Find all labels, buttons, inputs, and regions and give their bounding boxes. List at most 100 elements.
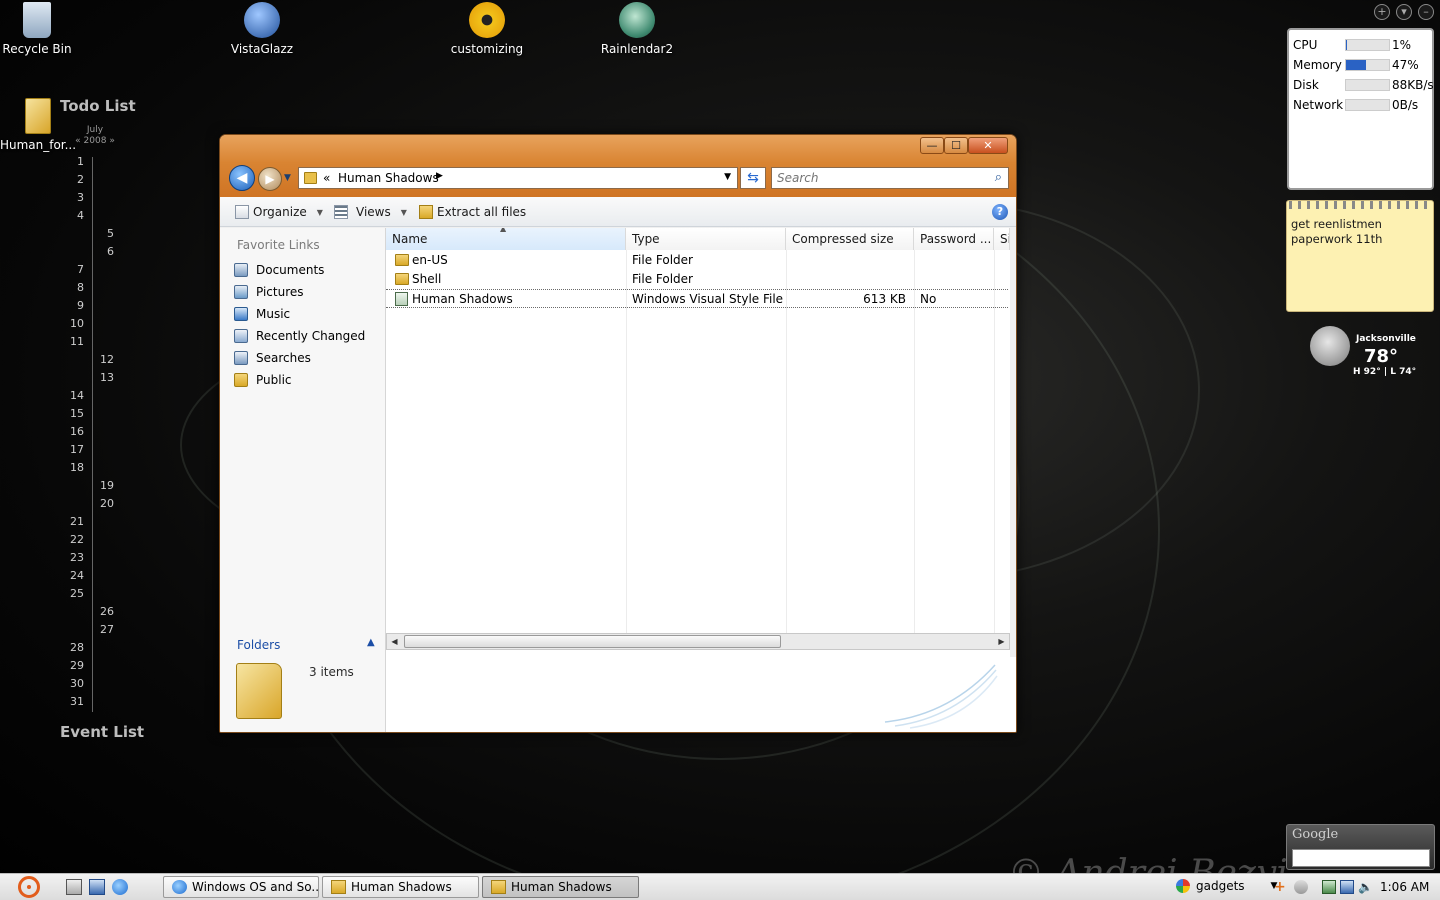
calendar-day[interactable]: 9 [62,299,84,312]
help-button[interactable]: ? [992,204,1008,220]
network-icon[interactable] [1340,880,1354,894]
calendar-day[interactable]: 24 [62,569,84,582]
note-text[interactable]: get reenlistmen paperwork 11th [1291,217,1429,247]
calendar-prev-button[interactable]: « [75,136,81,146]
desktop-icon-label: Rainlendar2 [600,42,674,56]
switch-windows-icon[interactable] [89,879,105,895]
show-desktop-icon[interactable] [66,879,82,895]
folders-toggle[interactable]: Folders [237,638,280,652]
calendar-day[interactable]: 20 [92,497,114,510]
breadcrumb-arrow-icon[interactable]: ▶ [436,171,443,181]
search-icon[interactable]: ⌕ [995,170,1002,185]
notes-gadget[interactable]: get reenlistmen paperwork 11th [1286,200,1434,312]
file-row-human-shadows[interactable]: Human Shadows Windows Visual Style File … [386,289,1008,308]
organize-button[interactable]: Organize ▼ [235,205,323,219]
column-header-type[interactable]: Type [626,228,786,250]
desktop-icon-label: Human_for... [0,138,77,152]
minimize-button[interactable]: — [920,137,944,154]
calendar-day[interactable]: 25 [62,587,84,600]
calendar-day[interactable]: 18 [62,461,84,474]
desktop-icon-vistaglazz[interactable]: VistaGlazz [222,2,302,56]
fav-link-public[interactable]: Public [234,373,292,387]
fav-link-music[interactable]: Music [234,307,290,321]
calendar-day[interactable]: 14 [62,389,84,402]
address-chevron[interactable]: « [323,171,330,185]
google-search-input[interactable] [1292,849,1430,867]
search-input[interactable] [772,168,972,188]
desktop-icon-recycle-bin[interactable]: Recycle Bin [0,2,77,56]
views-button[interactable]: Views ▼ [334,205,407,219]
column-header-password[interactable]: Password ... [914,228,994,250]
breadcrumb-human-shadows[interactable]: Human Shadows [338,171,439,185]
column-header-size[interactable]: Si [994,228,1010,250]
calendar-day[interactable]: 8 [62,281,84,294]
taskbar-button-human-shadows-2[interactable]: Human Shadows [482,876,639,898]
sysmon-row: Memory 47% [1293,58,1419,72]
scrollbar-thumb[interactable] [404,635,781,648]
calendar-day[interactable]: 22 [62,533,84,546]
recent-pages-dropdown[interactable]: ▼ [284,173,291,183]
calendar-day[interactable]: 26 [92,605,114,618]
calendar-day[interactable]: 29 [62,659,84,672]
file-row-shell[interactable]: Shell File Folder [386,270,1008,289]
taskbar-button-windows-os[interactable]: Windows OS and So... [163,876,319,898]
calendar-day[interactable]: 30 [62,677,84,690]
battery-icon[interactable] [1322,880,1336,894]
calendar-day[interactable]: 27 [92,623,114,636]
calendar-day[interactable]: 21 [62,515,84,528]
calendar-day[interactable]: 12 [92,353,114,366]
file-row-en-us[interactable]: en-US File Folder [386,251,1008,270]
address-bar[interactable]: « Human Shadows ▶ ▼ [298,167,738,189]
fav-link-label: Recently Changed [256,329,366,343]
internet-explorer-icon[interactable] [112,879,128,895]
close-button[interactable]: ✕ [968,137,1008,154]
add-gadget-button[interactable]: + [1374,4,1390,20]
fav-link-recently-changed[interactable]: Recently Changed [234,329,365,343]
calendar-day[interactable]: 28 [62,641,84,654]
calendar-day[interactable]: 4 [62,209,84,222]
desktop-icon-customizing[interactable]: customizing [447,2,527,56]
calendar-day[interactable]: 23 [62,551,84,564]
chevron-up-icon[interactable]: ▲ [367,637,375,648]
horizontal-scrollbar[interactable]: ◀ ▶ [386,633,1010,650]
calendar-day[interactable]: 19 [92,479,114,492]
calendar-day[interactable]: 1 [62,155,84,168]
calendar-next-button[interactable]: » [109,136,115,146]
desktop-icon-rainlendar2[interactable]: Rainlendar2 [597,2,677,56]
calendar-day[interactable]: 16 [62,425,84,438]
calendar-day[interactable]: 3 [62,191,84,204]
calendar-day[interactable]: 6 [92,245,114,258]
weather-gadget[interactable]: Jacksonville 78° H 92° | L 74° [1308,326,1438,386]
column-header-compressed-size[interactable]: Compressed size [786,228,914,250]
calendar-day[interactable]: 17 [62,443,84,456]
fav-link-searches[interactable]: Searches [234,351,311,365]
fav-link-pictures[interactable]: Pictures [234,285,304,299]
scroll-left-icon[interactable]: ◀ [387,635,402,648]
volume-icon[interactable]: 🔈 [1358,880,1373,894]
calendar-day[interactable]: 2 [62,173,84,186]
calendar-day[interactable]: 15 [62,407,84,420]
forward-button[interactable]: ▶ [258,167,282,191]
gadget-minimize-button[interactable]: – [1418,4,1434,20]
fav-link-documents[interactable]: Documents [234,263,324,277]
calendar-day[interactable]: 31 [62,695,84,708]
calendar-day[interactable]: 13 [92,371,114,384]
maximize-button[interactable]: ☐ [944,137,968,154]
add-icon[interactable]: + [1274,880,1288,894]
taskbar-button-human-shadows-1[interactable]: Human Shadows [322,876,479,898]
calendar-day[interactable]: 10 [62,317,84,330]
calendar-day[interactable]: 7 [62,263,84,276]
gadgets-toolbar[interactable]: gadgets ▼ [1176,879,1277,893]
scroll-right-icon[interactable]: ▶ [994,635,1009,648]
column-header-name[interactable]: Name ▲ [386,228,626,250]
clock[interactable]: 1:06 AM [1380,880,1429,894]
back-button[interactable]: ◀ [229,165,255,191]
calendar-day[interactable]: 11 [62,335,84,348]
address-dropdown-icon[interactable]: ▼ [724,172,731,182]
network-signal-icon[interactable] [1294,880,1308,894]
extract-all-button[interactable]: Extract all files [419,205,526,219]
gadget-menu-button[interactable]: ▾ [1396,4,1412,20]
refresh-button[interactable]: ⇆ [740,167,766,189]
start-button[interactable] [18,876,40,898]
calendar-day[interactable]: 5 [92,227,114,240]
